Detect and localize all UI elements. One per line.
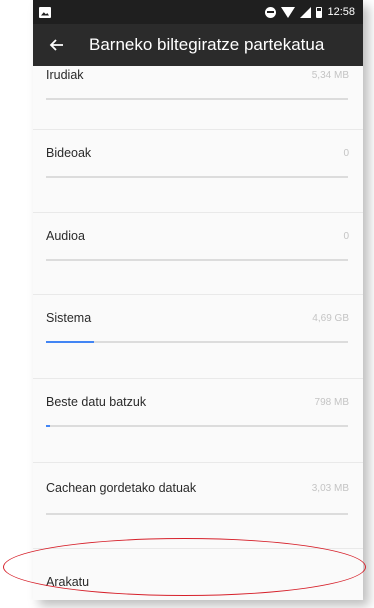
item-size: 798 MB bbox=[314, 397, 349, 408]
item-label: Beste datu batzuk bbox=[46, 395, 147, 409]
list-item-sistema[interactable]: Sistema 4,69 GB bbox=[33, 295, 363, 377]
page-title: Barneko biltegiratze partekatua bbox=[89, 35, 325, 54]
usage-bar-fill bbox=[46, 425, 50, 427]
item-size: 5,34 MB bbox=[311, 70, 349, 81]
battery-icon bbox=[316, 6, 323, 18]
usage-bar bbox=[46, 425, 348, 427]
list-item-bideoak[interactable]: Bideoak 0 bbox=[33, 130, 363, 212]
item-label: Cachean gordetako datuak bbox=[46, 481, 197, 495]
status-bar: 12:58 bbox=[33, 0, 363, 24]
app-bar: Barneko biltegiratze partekatua bbox=[33, 24, 363, 66]
back-arrow-icon[interactable] bbox=[41, 30, 71, 60]
list-item-irudiak[interactable]: Irudiak 5,34 MB bbox=[33, 66, 363, 136]
usage-bar bbox=[46, 259, 348, 261]
usage-bar bbox=[46, 513, 348, 515]
item-size: 3,03 MB bbox=[311, 483, 349, 494]
list-item-audioa[interactable]: Audioa 0 bbox=[33, 213, 363, 293]
item-size: 0 bbox=[343, 148, 349, 159]
wifi-icon bbox=[281, 6, 296, 18]
list-item-beste-datu-batzuk[interactable]: Beste datu batzuk 798 MB bbox=[33, 379, 363, 461]
image-notification-icon bbox=[39, 6, 51, 18]
item-label: Sistema bbox=[46, 311, 92, 325]
browse-label: Arakatu bbox=[46, 575, 90, 589]
item-size: 4,69 GB bbox=[312, 313, 349, 324]
usage-bar-fill bbox=[46, 341, 95, 343]
list-item-cachean-gordetako-datuak[interactable]: Cachean gordetako datuak 3,03 MB bbox=[33, 463, 363, 548]
usage-bar bbox=[46, 98, 348, 100]
browse-item[interactable]: Arakatu bbox=[33, 549, 363, 600]
item-size: 0 bbox=[343, 231, 349, 242]
usage-bar bbox=[46, 176, 348, 178]
status-time: 12:58 bbox=[327, 6, 355, 18]
do-not-disturb-icon bbox=[265, 6, 277, 18]
phone-screen: 12:58 Barneko biltegiratze partekatua Ir… bbox=[33, 0, 363, 600]
usage-bar bbox=[46, 341, 348, 343]
item-label: Bideoak bbox=[46, 146, 92, 160]
item-label: Audioa bbox=[46, 229, 85, 243]
cell-signal-icon bbox=[300, 6, 312, 18]
item-label: Irudiak bbox=[46, 68, 84, 82]
